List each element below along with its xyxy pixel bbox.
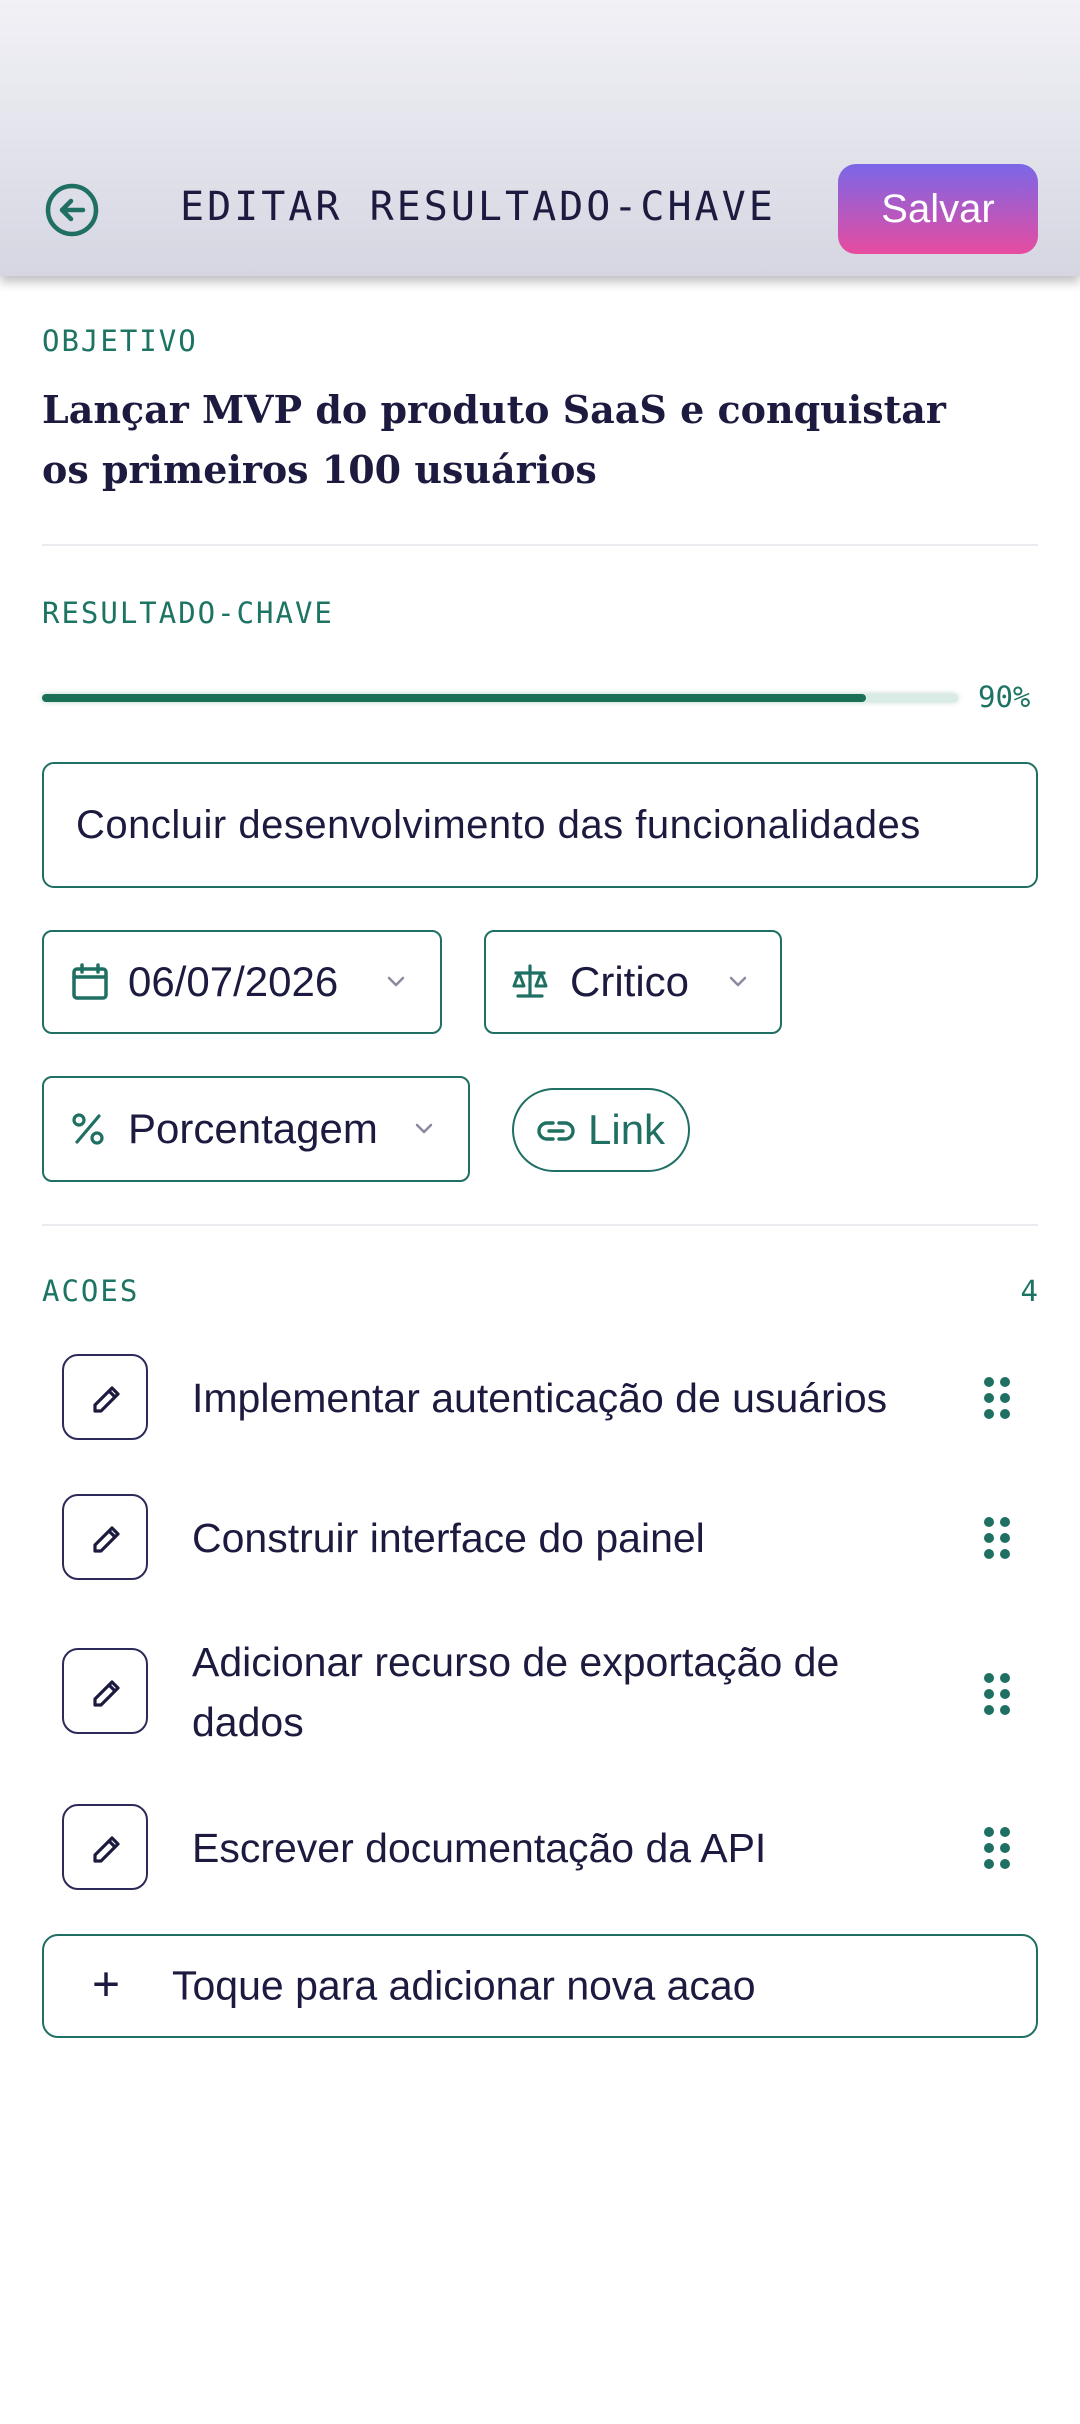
save-button[interactable]: Salvar: [838, 164, 1038, 254]
edit-action-button[interactable]: [62, 1648, 148, 1734]
drag-handle-icon[interactable]: [982, 1376, 1012, 1420]
list-item: Adicionar recurso de exportação de dados: [42, 1632, 1038, 1756]
list-item: Implementar autenticação de usuários: [42, 1354, 1038, 1442]
percent-icon: [72, 1113, 104, 1145]
link-button[interactable]: Link: [512, 1088, 690, 1172]
drag-handle-icon[interactable]: [982, 1826, 1012, 1870]
priority-select[interactable]: Critico: [484, 930, 782, 1034]
list-item: Escrever documentação da API: [42, 1804, 1038, 1892]
drag-handle-icon[interactable]: [982, 1672, 1012, 1716]
scale-icon: [512, 964, 548, 998]
pencil-icon: [93, 1526, 120, 1553]
progress-bar: [42, 694, 958, 702]
divider: [42, 544, 1038, 546]
edit-action-button[interactable]: [62, 1804, 148, 1890]
priority-value: Critico: [570, 958, 690, 1005]
progress-percent: 90%: [978, 680, 1031, 714]
action-text: Adicionar recurso de exportação de dados: [192, 1639, 840, 1745]
chevron-down-icon: [415, 1123, 433, 1134]
edit-action-button[interactable]: [62, 1354, 148, 1440]
arrow-left-circle-icon: [45, 183, 99, 237]
page-title: EDITAR RESULTADO-CHAVE: [180, 184, 776, 230]
action-text: Escrever documentação da API: [192, 1825, 767, 1871]
add-action-label: Toque para adicionar nova acao: [172, 1962, 756, 2009]
key-result-label: RESULTADO-CHAVE: [42, 596, 334, 630]
pencil-icon: [93, 1836, 120, 1863]
measure-type-select[interactable]: Porcentagem: [42, 1076, 470, 1182]
chevron-down-icon: [387, 976, 405, 987]
date-select[interactable]: 06/07/2026: [42, 930, 442, 1034]
actions-label: ACOES: [42, 1274, 140, 1308]
drag-handle-icon[interactable]: [982, 1516, 1012, 1560]
top-app-bar: EDITAR RESULTADO-CHAVE Salvar: [0, 0, 1080, 276]
list-item: Construir interface do painel: [42, 1494, 1038, 1582]
divider: [42, 1224, 1038, 1226]
link-icon: [537, 1121, 575, 1141]
pencil-icon: [93, 1680, 120, 1707]
chevron-down-icon: [729, 976, 747, 987]
objective-text: Lançar MVP do produto SaaS e conquistar …: [42, 387, 946, 492]
objective-label: OBJETIVO: [42, 324, 198, 358]
pencil-icon: [93, 1386, 120, 1413]
back-button[interactable]: [44, 182, 100, 238]
measure-type-value: Porcentagem: [128, 1105, 378, 1152]
link-label: Link: [588, 1106, 666, 1153]
edit-action-button[interactable]: [62, 1494, 148, 1580]
add-action-button[interactable]: + Toque para adicionar nova acao: [42, 1934, 1038, 2038]
calendar-icon: [72, 963, 108, 1000]
actions-count: 4: [1020, 1274, 1038, 1308]
action-text: Implementar autenticação de usuários: [192, 1375, 888, 1421]
action-text: Construir interface do painel: [192, 1515, 705, 1561]
plus-icon: +: [92, 1958, 121, 2012]
progress-fill: [42, 694, 867, 702]
key-result-input[interactable]: [42, 762, 1038, 888]
date-value: 06/07/2026: [128, 958, 339, 1005]
